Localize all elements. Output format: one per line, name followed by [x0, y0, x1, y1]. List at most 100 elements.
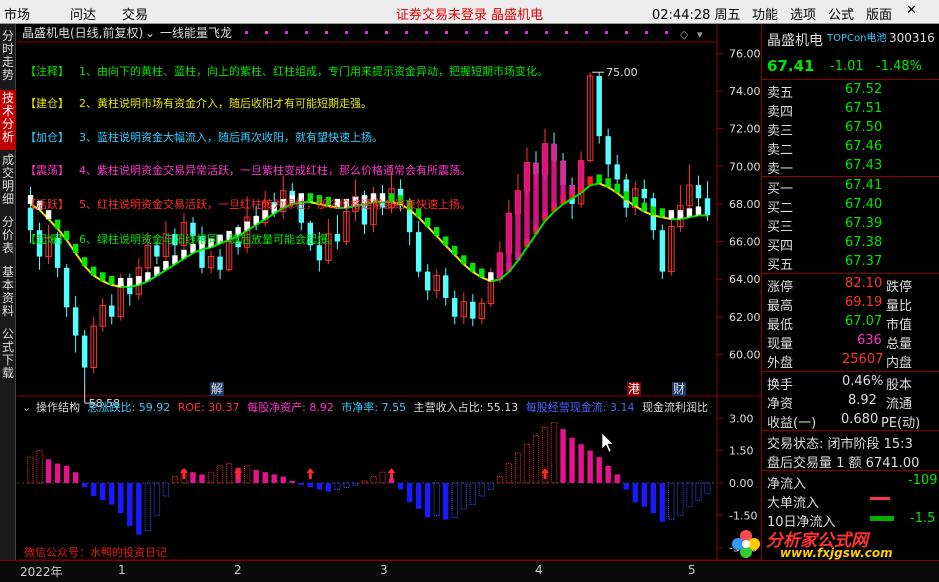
ribbon-block [452, 245, 458, 255]
sub-bar [478, 482, 486, 497]
x-label-mar: 3 [380, 563, 388, 577]
sub-bar [63, 465, 70, 483]
candle-body [704, 198, 711, 216]
sub-bar [469, 482, 477, 506]
ribbon-block [461, 255, 467, 265]
marker-jie[interactable]: 解 [211, 382, 223, 396]
note-text: 4、紫柱说明资金交易异常活跃，一旦紫柱变成红柱，那么价格通常会有所震荡。 [79, 163, 471, 177]
volume-ratio-label: 量比 [886, 299, 913, 314]
signal-dot [465, 31, 468, 34]
concept-tag[interactable]: TOPCon电池 [827, 29, 886, 44]
bid-1-price[interactable]: 67.41 [845, 178, 882, 193]
menu-options[interactable]: 选项 [790, 4, 816, 23]
sub-bar [641, 483, 648, 507]
signal-dot [285, 31, 288, 34]
menu-layout[interactable]: 版面 [866, 4, 892, 23]
note-tag: 【加仓】 [25, 130, 69, 144]
buy-arrow-icon [306, 468, 315, 479]
sub-bar [207, 471, 215, 484]
ribbon-block [614, 183, 620, 193]
outer-volume-label: 外盘 [767, 356, 794, 371]
indicator-dropdown-icon[interactable]: ⌄ [145, 26, 155, 40]
sub-bar [659, 483, 666, 522]
last-price: 67.41 [767, 57, 815, 75]
price-tick-label: 62.00 [729, 311, 761, 324]
sub-bar [343, 482, 350, 488]
ribbon-block [72, 244, 79, 254]
menu-formula[interactable]: 公式 [828, 4, 854, 23]
price-tick-label: 72.00 [729, 123, 761, 136]
sub-bar [523, 443, 531, 484]
after-hours-volume: 盘后交易量 1 额 6741.00 [767, 456, 920, 471]
sub-bar [271, 474, 277, 483]
note-line-5: 【活跃】 5、红柱说明资金交易活跃，一旦红柱转为绿柱，那么价格通常会结束快速上扬。 [25, 197, 471, 211]
marker-gang[interactable]: 港 [628, 382, 640, 396]
price-change: -1.01 [830, 59, 864, 74]
sub-bar [397, 483, 404, 490]
signal-dot [305, 31, 308, 34]
bid-3-price[interactable]: 67.39 [845, 216, 882, 231]
sub-tick-label: -1.50 [729, 509, 757, 522]
sub-bar [704, 482, 711, 495]
ask-4-price[interactable]: 67.51 [845, 101, 882, 116]
bid-4-label: 买四 [767, 239, 794, 254]
ribbon-block [470, 262, 476, 272]
expand-icon[interactable]: ▾ [697, 28, 703, 41]
limit-down-label: 跌停 [886, 280, 913, 295]
ten-day-bar [870, 516, 894, 521]
ask-1-price[interactable]: 67.43 [845, 158, 882, 173]
total-volume-label: 总量 [886, 337, 913, 352]
rally-column [542, 143, 548, 218]
sub-bar [262, 472, 268, 483]
marker-cai[interactable]: 财 [673, 382, 685, 396]
ribbon-block [479, 268, 485, 278]
candle-body [154, 245, 160, 257]
inner-volume-label: 内盘 [886, 356, 913, 371]
bid-5-price[interactable]: 67.37 [845, 254, 882, 269]
indicator-name[interactable]: 一线能量飞龙 [160, 26, 232, 40]
bid-4-price[interactable]: 67.38 [845, 235, 882, 250]
bid-2-price[interactable]: 67.40 [845, 197, 882, 212]
outer-volume-value: 25607 [842, 352, 884, 367]
ask-2-price[interactable]: 67.46 [845, 139, 882, 154]
rally-column [560, 160, 566, 201]
price-tick-label: 64.00 [729, 273, 761, 286]
low-label: 最低 [767, 318, 794, 333]
price-tick-label: 76.00 [729, 47, 761, 60]
eps-value: 0.680 [841, 412, 879, 427]
ask-3-price[interactable]: 67.50 [845, 120, 882, 135]
sub-bar [334, 482, 341, 490]
candle-body [415, 232, 422, 272]
sub-chart-dropdown-icon[interactable]: ⌄ [22, 401, 31, 414]
note-line-6: 【起爆】 6、绿柱说明资金与阳线相同，随后放量可能会起爆。 [25, 232, 339, 246]
sub-bar [569, 437, 575, 483]
price-tick-label: 70.00 [729, 160, 761, 173]
ask-5-price[interactable]: 67.52 [845, 82, 882, 97]
note-tag: 【注释】 [25, 64, 69, 78]
ribbon-block [118, 277, 124, 287]
candle-body [443, 275, 449, 298]
stat-value: 59.92 [139, 401, 171, 414]
high-label: 最高 [767, 299, 794, 314]
x-label-apr: 4 [535, 563, 543, 577]
limit-up-label: 涨停 [767, 280, 794, 295]
stock-chart[interactable]: 晶盛机电(日线,前复权) ⌄ 一线能量飞龙 ◇ ▾ 76.00 74.00 72.0… [0, 0, 761, 582]
stat-label: 市净率: [341, 400, 381, 414]
diamond-icon[interactable]: ◇ [680, 28, 689, 41]
x-label-feb: 2 [234, 563, 242, 577]
stock-name: 晶盛机电 [767, 33, 823, 49]
signal-dot [505, 31, 508, 34]
rally-column [524, 162, 530, 244]
sub-chart-header: 操作结构 总涨跌比: 59.92 ROE: 30.37 每股净资产: 8.92 … [36, 400, 708, 414]
signal-dot [485, 31, 488, 34]
candle-body [81, 335, 88, 368]
stat-value: 3.14 [610, 401, 635, 414]
stat-value: 30.37 [208, 401, 240, 414]
ribbon-block [650, 206, 657, 216]
price-axis: 76.00 74.00 72.00 70.00 68.00 66.00 64.00 62.00… [717, 47, 761, 361]
price-tick-label: 60.00 [729, 348, 761, 361]
sub-tick-label: 3.00 [729, 412, 754, 425]
sub-chart-name[interactable]: 操作结构 [36, 400, 80, 414]
stat-label: 主营收入占比: [414, 400, 487, 414]
close-icon[interactable]: ✕ [906, 3, 917, 18]
